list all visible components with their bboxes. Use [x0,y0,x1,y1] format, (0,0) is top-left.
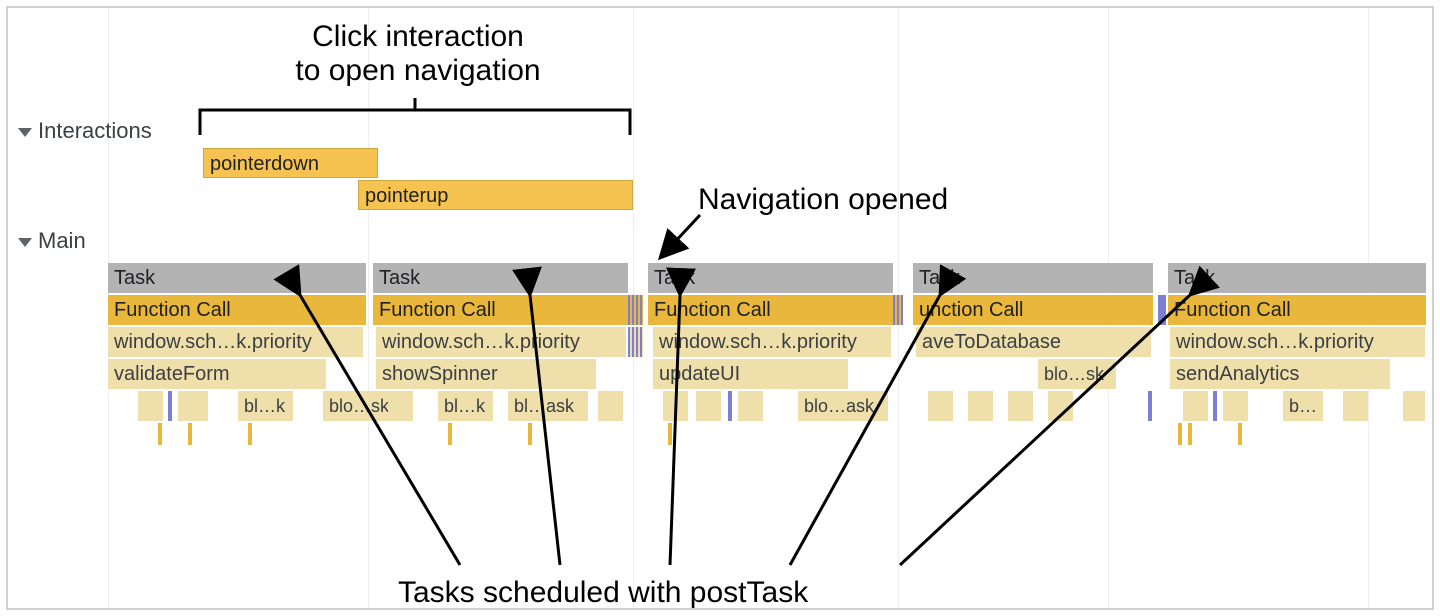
flame-block [1048,391,1073,421]
flame-block [1343,391,1368,421]
flame-gc-stripe [893,295,903,325]
interaction-pointerup: pointerup [358,180,633,210]
flame-gc-stripe [1158,295,1166,325]
track-label-main: Main [18,228,86,254]
flame-tick [158,423,162,445]
flame-block [968,391,993,421]
flame-block [1223,391,1248,421]
flame-block [928,391,953,421]
disclosure-triangle-icon [18,128,32,137]
flame-block: bl…ask [508,391,588,421]
flame-tick [188,423,192,445]
flame-block [1403,391,1425,421]
annotation-text: Click interaction [312,20,524,53]
gridline [368,8,369,608]
flame-block [696,391,721,421]
flame-tick [448,423,452,445]
flame-tick [1238,423,1242,445]
annotation-posttask: Tasks scheduled with postTask [398,576,808,610]
flame-block: bl…k [438,391,493,421]
flame-task: Task [373,263,628,293]
flame-task: Task [913,263,1153,293]
flame-block [1008,391,1033,421]
flame-scheduler: window.sch…k.priority [653,327,891,357]
flame-gc-stripe [628,295,643,325]
flame-block [138,391,163,421]
flame-block: bl…k [238,391,293,421]
flame-block: blo…ask [798,391,888,421]
flame-tick [1178,423,1182,445]
flame-function-call: unction Call [913,295,1153,325]
annotation-text: to open navigation [295,54,540,87]
flame-gc [1213,391,1217,421]
flame-block: blo…sk [1038,359,1116,389]
flame-user-fn: updateUI [653,359,848,389]
flame-task: Task [108,263,366,293]
flame-scheduler: window.sch…k.priority [1170,327,1425,357]
flame-gc [168,391,172,421]
flame-user-fn: showSpinner [376,359,596,389]
flame-scheduler: window.sch…k.priority [108,327,363,357]
interaction-pointerdown: pointerdown [203,148,378,178]
flame-gc [1148,391,1152,421]
flame-gc-stripe [628,327,643,357]
annotation-click-interaction: Click interaction to open navigation [203,20,633,88]
flame-function-call: Function Call [648,295,893,325]
flame-block [178,391,208,421]
flame-tick [528,423,532,445]
flame-scheduler: aveToDatabase [916,327,1151,357]
flame-block [388,391,413,421]
flame-function-call: Function Call [373,295,628,325]
flame-block: b… [1283,391,1323,421]
flame-tick [248,423,252,445]
flame-task: Task [648,263,893,293]
flame-block: blo…sk [323,391,393,421]
flame-tick [668,423,672,445]
flame-block [663,391,688,421]
annotation-navigation-opened: Navigation opened [698,183,948,217]
flame-function-call: Function Call [1168,295,1426,325]
flame-block [598,391,623,421]
flame-task: Task [1168,263,1426,293]
flame-block [1183,391,1208,421]
track-label-interactions: Interactions [18,118,152,144]
flame-block [738,391,763,421]
diagram-frame: Click interaction to open navigation Nav… [6,6,1434,610]
flame-scheduler: window.sch…k.priority [376,327,626,357]
flame-user-fn: validateForm [108,359,326,389]
flame-user-fn: sendAnalytics [1170,359,1390,389]
flame-tick [1188,423,1192,445]
disclosure-triangle-icon [18,238,32,247]
flame-gc [728,391,732,421]
flame-function-call: Function Call [108,295,366,325]
